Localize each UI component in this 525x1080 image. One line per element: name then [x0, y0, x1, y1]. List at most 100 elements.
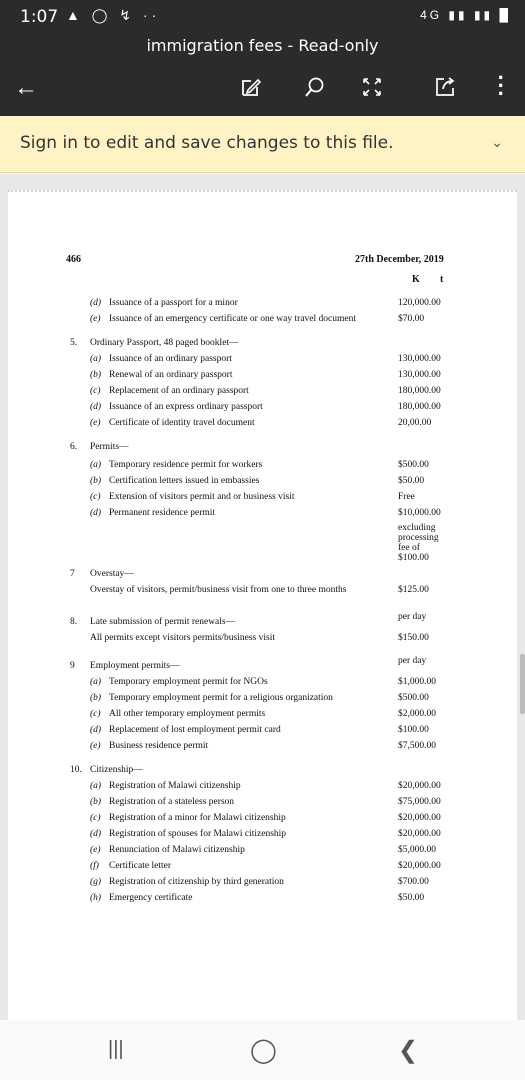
table-row: (b) Renewal of an ordinary passport 130,00…: [8, 370, 517, 384]
table-row: (a) Temporary employment permit for NGOs $…: [8, 677, 517, 691]
item-letter: (e): [90, 741, 101, 751]
item-description: Ordinary Passport, 48 paged booklet—: [90, 338, 239, 348]
section-number: 7: [70, 569, 75, 579]
table-row: (g) Registration of citizenship by third …: [8, 877, 517, 891]
fee-amount: $100.00: [398, 725, 429, 735]
item-letter: (h): [90, 893, 102, 903]
item-letter: (b): [90, 476, 102, 486]
fee-amount: 130,000.00: [398, 370, 441, 380]
table-row: (d) Issuance of a passport for a minor 120…: [8, 298, 517, 312]
item-letter: (e): [90, 314, 101, 324]
item-letter: (b): [90, 370, 102, 380]
back-arrow-icon[interactable]: ←: [14, 74, 38, 102]
item-letter: (d): [90, 508, 102, 518]
fee-amount: $70.00: [398, 314, 425, 324]
table-row: (e) Business residence permit $7,500.00: [8, 741, 517, 755]
home-icon[interactable]: ◯: [250, 1036, 277, 1065]
item-description: Permanent residence permit: [109, 508, 216, 518]
fee-amount: $20,000.00: [398, 829, 441, 839]
table-row: 5. Ordinary Passport, 48 paged booklet—: [8, 338, 517, 352]
sign-in-banner[interactable]: Sign in to edit and save changes to this…: [0, 116, 525, 173]
item-description: Temporary residence permit for workers: [109, 460, 263, 470]
section-number: 9: [70, 661, 75, 671]
page-number: 466: [66, 254, 81, 265]
item-letter: (c): [90, 492, 101, 502]
item-letter: (c): [90, 813, 101, 823]
item-description: Replacement of lost employment permit ca…: [109, 725, 281, 735]
status-bar: 1:07 ▲ ◯ ↯ ·· 4G ▮▮ ▮▮ █: [0, 0, 525, 34]
item-description: Issuance of a passport for a minor: [109, 298, 238, 308]
document-viewer[interactable]: 466 27th December, 2019 K t (d) Issuance …: [0, 174, 525, 1020]
chevron-down-icon[interactable]: ⌄: [491, 134, 503, 151]
item-letter: (e): [90, 418, 101, 428]
section-number: 6.: [70, 442, 78, 452]
item-description: All other temporary employment permits: [109, 709, 266, 719]
table-row: (b) Certification letters issued in embas…: [8, 476, 517, 490]
item-description: Registration of spouses for Malawi citiz…: [109, 829, 287, 839]
table-row: (a) Registration of Malawi citizenship $20…: [8, 781, 517, 795]
item-description: Issuance of an emergency certificate or …: [109, 314, 356, 324]
fee-amount: Free: [398, 492, 415, 502]
app-header: immigration fees - Read-only ← · · ·: [0, 34, 525, 116]
table-row: (a) Temporary residence permit for worker…: [8, 460, 517, 474]
fee-amount: $2,000.00: [398, 709, 436, 719]
table-row: 9 Employment permits—: [8, 661, 517, 675]
item-letter: (d): [90, 402, 102, 412]
table-row: 8. Late submission of permit renewals—: [8, 617, 517, 631]
table-row: (c) Replacement of an ordinary passport 18…: [8, 386, 517, 400]
note-line: excluding: [398, 523, 436, 533]
table-row: Overstay of visitors, permit/business vi…: [8, 585, 517, 599]
item-letter: (d): [90, 298, 102, 308]
fee-amount: $50.00: [398, 476, 425, 486]
section-number: 8.: [70, 617, 78, 627]
note-line: processing: [398, 533, 439, 543]
recent-apps-icon[interactable]: |||: [108, 1038, 124, 1061]
item-letter: (b): [90, 797, 102, 807]
fee-amount: 180,000.00: [398, 402, 441, 412]
item-description: Renewal of an ordinary passport: [109, 370, 233, 380]
fee-amount: 20,00.00: [398, 418, 432, 428]
table-row: All permits except visitors permits/busi…: [8, 633, 517, 647]
table-row: (e) Issuance of an emergency certificate …: [8, 314, 517, 328]
item-description: Certification letters issued in embassie…: [109, 476, 260, 486]
item-description: Issuance of an express ordinary passport: [109, 402, 263, 412]
document-title: immigration fees - Read-only: [146, 36, 379, 55]
item-description: Renunciation of Malawi citizenship: [109, 845, 245, 855]
item-description: Extension of visitors permit and or busi…: [109, 492, 295, 502]
item-letter: (e): [90, 845, 101, 855]
section-number: 10.: [70, 765, 82, 775]
item-description: Business residence permit: [109, 741, 209, 751]
item-description: Late submission of permit renewals—: [90, 617, 236, 627]
share-icon[interactable]: [430, 72, 460, 102]
fullscreen-icon[interactable]: [357, 72, 387, 102]
item-description: All permits except visitors permits/busi…: [90, 633, 275, 643]
item-description: Certificate of identity travel document: [109, 418, 255, 428]
note-line: $100.00: [398, 553, 429, 563]
fee-amount: $700.00: [398, 877, 429, 887]
note-line: fee of: [398, 543, 420, 553]
item-letter: (d): [90, 829, 102, 839]
fee-amount: $20,000.00: [398, 861, 441, 871]
item-letter: (a): [90, 460, 102, 470]
fee-amount: $50.00: [398, 893, 425, 903]
item-description: Employment permits—: [90, 661, 180, 671]
fee-amount: 120,000.00: [398, 298, 441, 308]
item-description: Temporary employment permit for a religi…: [109, 693, 333, 703]
item-description: Replacement of an ordinary passport: [109, 386, 249, 396]
fee-amount: $20,000.00: [398, 781, 441, 791]
table-row: (e) Certificate of identity travel docume…: [8, 418, 517, 432]
item-letter: (d): [90, 725, 102, 735]
edit-pen-icon[interactable]: [236, 72, 266, 102]
search-icon[interactable]: [300, 72, 330, 102]
scrollbar[interactable]: [520, 654, 525, 714]
fee-amount: $125.00: [398, 585, 429, 595]
item-letter: (a): [90, 354, 102, 364]
nav-back-icon[interactable]: ❮: [398, 1036, 418, 1065]
more-vertical-icon[interactable]: · · ·: [498, 67, 505, 105]
per-day-label: per day: [398, 612, 427, 622]
table-row: (b) Temporary employment permit for a rel…: [8, 693, 517, 707]
table-row: (c) Extension of visitors permit and or b…: [8, 492, 517, 506]
item-description: Overstay—: [90, 569, 134, 579]
item-letter: (g): [90, 877, 102, 887]
table-row: (f) Certificate letter $20,000.00: [8, 861, 517, 875]
